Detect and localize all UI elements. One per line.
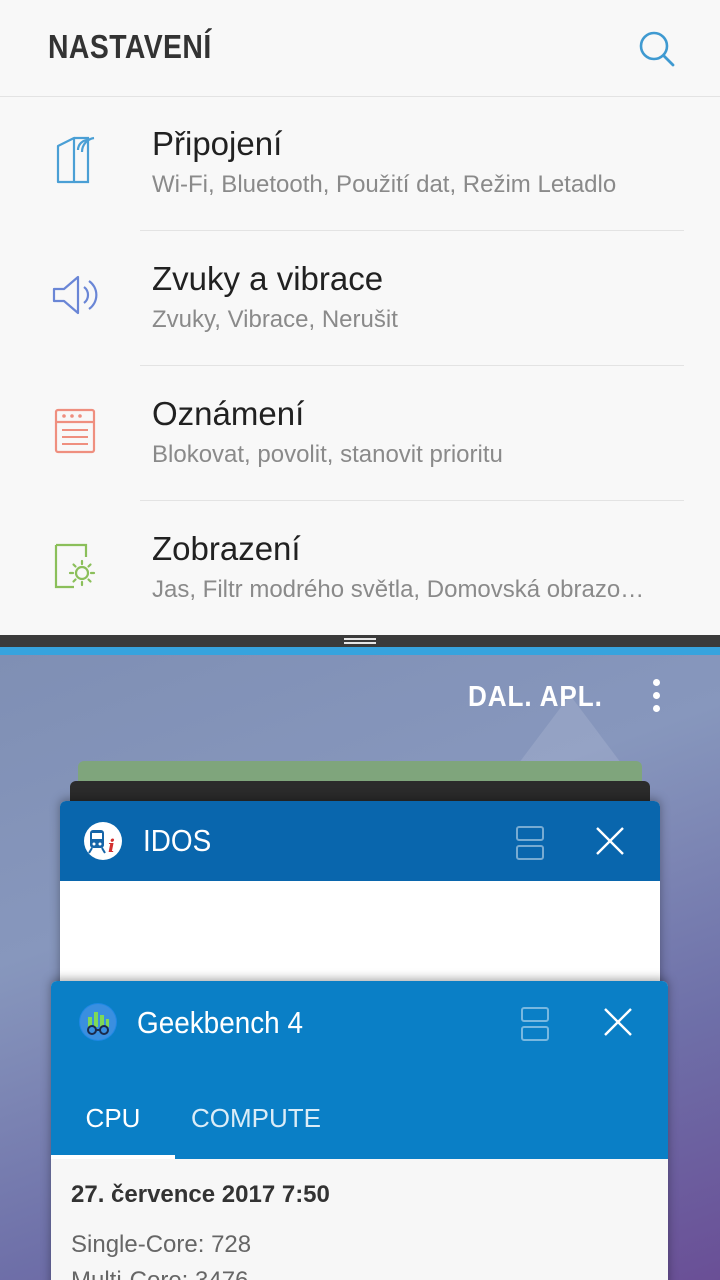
tab-compute[interactable]: COMPUTE <box>181 1077 331 1159</box>
card-header: Geekbench 4 CPU COMPUTE <box>51 981 668 1159</box>
split-handle-icon[interactable] <box>344 638 376 644</box>
display-brightness-icon <box>54 543 96 589</box>
settings-item-subtitle: Zvuky, Vibrace, Nerušit <box>152 306 398 333</box>
svg-text:i: i <box>108 836 115 857</box>
more-options-icon[interactable] <box>646 679 666 719</box>
settings-item-subtitle: Wi-Fi, Bluetooth, Použití dat, Režim Let… <box>152 171 617 198</box>
settings-item-display[interactable]: Zobrazení Jas, Filtr modrého světla, Dom… <box>0 501 720 635</box>
result-list-item[interactable]: 27. července 2017 7:50 Single-Core: 728 … <box>51 1159 668 1280</box>
app-name: IDOS <box>143 823 212 858</box>
card-header: i IDOS <box>60 801 660 881</box>
settings-item-title: Zvuky a vibrace <box>152 260 384 297</box>
settings-item-title: Oznámení <box>152 395 305 432</box>
search-button[interactable] <box>630 24 682 76</box>
close-icon[interactable] <box>595 826 625 856</box>
app-name: Geekbench 4 <box>137 1005 303 1040</box>
close-icon[interactable] <box>603 1007 633 1037</box>
split-view-icon[interactable] <box>521 1007 549 1041</box>
recent-app-card-idos[interactable]: i IDOS <box>60 801 660 991</box>
settings-item-subtitle: Jas, Filtr modrého světla, Domovská obra… <box>152 576 645 603</box>
settings-item-subtitle: Blokovat, povolit, stanovit prioritu <box>152 441 503 468</box>
tab-cpu[interactable]: CPU <box>51 1077 175 1159</box>
geekbench-app-icon <box>79 1003 117 1041</box>
recent-apps-panel: DAL. APL. i IDOS Geekbench 4 CPU COMPUTE… <box>0 655 720 1280</box>
search-icon <box>639 31 675 67</box>
settings-item-title: Připojení <box>152 125 283 162</box>
idos-app-icon: i <box>84 822 122 860</box>
split-screen-divider[interactable] <box>0 635 720 647</box>
settings-item-sounds[interactable]: Zvuky a vibrace Zvuky, Vibrace, Nerušit <box>0 231 720 366</box>
result-date: 27. července 2017 7:50 <box>71 1181 330 1208</box>
more-apps-button[interactable]: DAL. APL. <box>468 681 603 714</box>
settings-app-bar: NASTAVENÍ <box>0 0 720 97</box>
split-view-icon[interactable] <box>516 826 544 860</box>
single-core-score: Single-Core: 728 <box>71 1231 252 1258</box>
speaker-icon <box>52 275 98 315</box>
focus-indicator <box>0 647 720 655</box>
settings-item-connections[interactable]: Připojení Wi-Fi, Bluetooth, Použití dat,… <box>0 96 720 231</box>
tab-bar: CPU COMPUTE <box>51 1077 668 1159</box>
notifications-icon <box>54 408 96 454</box>
recent-app-card-geekbench[interactable]: Geekbench 4 CPU COMPUTE 27. července 201… <box>51 981 668 1280</box>
connection-icon <box>56 136 95 184</box>
settings-app: NASTAVENÍ Připojení Wi-Fi, Bluetooth, Po… <box>0 0 720 635</box>
settings-item-notifications[interactable]: Oznámení Blokovat, povolit, stanovit pri… <box>0 366 720 501</box>
multi-core-score: Multi-Core: 3476 <box>71 1267 248 1280</box>
page-title: NASTAVENÍ <box>48 28 212 65</box>
settings-item-title: Zobrazení <box>152 530 301 567</box>
